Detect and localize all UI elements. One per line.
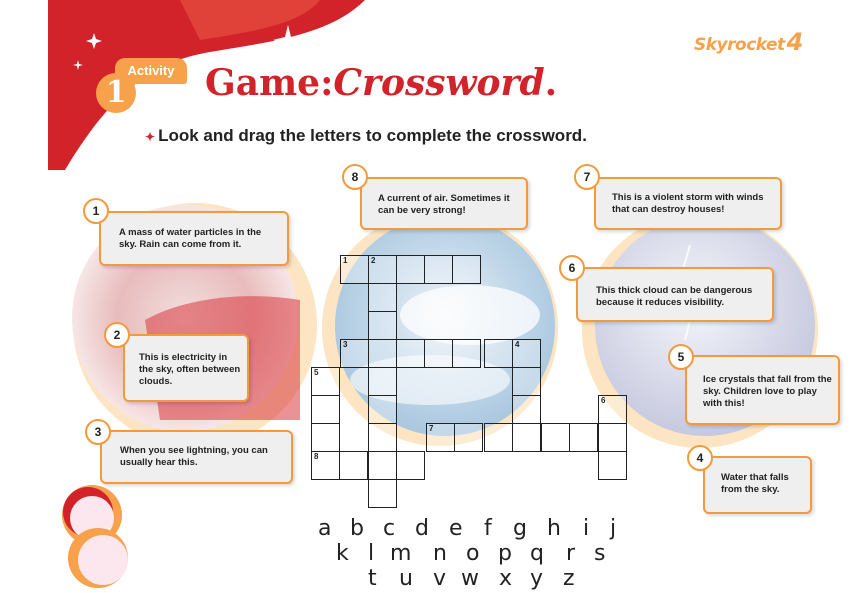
crossword-cell[interactable]: [311, 395, 340, 424]
clue-3: When you see lightning, you can usually …: [100, 430, 293, 484]
crossword-cell[interactable]: [454, 423, 483, 452]
crossword-cell[interactable]: 8: [311, 451, 340, 480]
clue-badge-6: 6: [559, 255, 585, 281]
clue-6: This thick cloud can be dangerous becaus…: [576, 267, 774, 322]
cell-number: 6: [601, 396, 606, 405]
crossword-cell[interactable]: 3: [340, 339, 369, 368]
crossword-cell[interactable]: 1: [340, 255, 369, 284]
crossword-cell[interactable]: [368, 451, 397, 480]
page-title: Game:Crossword.: [205, 62, 558, 104]
cell-number: 2: [371, 256, 376, 265]
instruction: ✦ Look and drag the letters to complete t…: [145, 126, 587, 145]
activity-number: 1: [96, 73, 136, 113]
letter-tile[interactable]: a: [318, 516, 331, 541]
letter-tile[interactable]: n: [433, 541, 447, 566]
letter-tile[interactable]: v: [433, 566, 446, 591]
cell-number: 4: [515, 340, 520, 349]
clue-5: Ice crystals that fall from the sky. Chi…: [685, 355, 840, 425]
crossword-cell[interactable]: [598, 423, 627, 452]
crossword-cell[interactable]: [598, 451, 627, 480]
letter-tile[interactable]: b: [350, 516, 364, 541]
crossword-cell[interactable]: [541, 423, 570, 452]
crossword-cell[interactable]: [512, 423, 541, 452]
crossword-cell[interactable]: [424, 339, 453, 368]
crossword-cell[interactable]: [368, 395, 397, 424]
cell-number: 3: [343, 340, 348, 349]
letter-tile[interactable]: j: [610, 516, 616, 541]
letter-tile[interactable]: o: [466, 541, 479, 566]
letter-tile[interactable]: r: [566, 541, 575, 566]
clue-badge-7: 7: [574, 164, 600, 190]
clue-8: A current of air. Sometimes it can be ve…: [360, 177, 528, 230]
crossword-cell[interactable]: [396, 451, 425, 480]
crossword-cell[interactable]: [569, 423, 598, 452]
crossword-cell[interactable]: 5: [311, 367, 340, 396]
letter-tile[interactable]: d: [415, 516, 429, 541]
clue-2: This is electricity in the sky, often be…: [123, 334, 249, 402]
crossword-cell[interactable]: 7: [426, 423, 455, 452]
cell-number: 8: [314, 452, 319, 461]
crossword-cell[interactable]: [424, 255, 453, 284]
brand-logo: Skyrocket4: [694, 28, 803, 56]
letter-tile[interactable]: s: [594, 541, 605, 566]
cell-number: 7: [429, 424, 434, 433]
crossword-cell[interactable]: [339, 451, 368, 480]
letter-tile[interactable]: u: [399, 566, 413, 591]
letter-tile[interactable]: g: [513, 516, 527, 541]
crossword-cell[interactable]: 4: [512, 339, 541, 368]
letter-tile[interactable]: c: [383, 516, 395, 541]
crossword-cell[interactable]: 6: [598, 395, 627, 424]
cell-number: 5: [314, 368, 319, 377]
crossword-cell[interactable]: [484, 423, 513, 452]
cell-number: 1: [343, 256, 348, 265]
letter-tile[interactable]: q: [530, 541, 544, 566]
clue-4: Water that falls from the sky.: [703, 456, 812, 514]
crossword-cell[interactable]: [368, 339, 397, 368]
crossword-cell[interactable]: [368, 479, 397, 508]
crossword-cell[interactable]: [512, 367, 541, 396]
crossword-cell[interactable]: [452, 339, 481, 368]
crossword-cell[interactable]: [484, 339, 513, 368]
clue-badge-3: 3: [85, 419, 111, 445]
clue-badge-2: 2: [104, 322, 130, 348]
letter-tile[interactable]: t: [368, 566, 377, 591]
crossword-cell[interactable]: [368, 283, 397, 312]
crossword-cell[interactable]: [368, 367, 397, 396]
letter-tile[interactable]: y: [530, 566, 543, 591]
letter-tile[interactable]: e: [449, 516, 463, 541]
clue-1: A mass of water particles in the sky. Ra…: [99, 211, 289, 266]
crossword-cell[interactable]: [368, 423, 397, 452]
clue-badge-8: 8: [342, 164, 368, 190]
letter-tile[interactable]: k: [336, 541, 349, 566]
letter-tile[interactable]: h: [547, 516, 561, 541]
letter-tile[interactable]: w: [461, 566, 479, 591]
clue-badge-4: 4: [687, 445, 713, 471]
letter-tile[interactable]: p: [498, 541, 512, 566]
crossword-cell[interactable]: [452, 255, 481, 284]
crossword-cell[interactable]: [368, 311, 397, 340]
letter-tile[interactable]: f: [484, 516, 492, 541]
clue-7: This is a violent storm with winds that …: [594, 177, 782, 230]
star-bullet-icon: ✦: [145, 130, 156, 144]
crossword-cell[interactable]: [512, 395, 541, 424]
crossword-cell[interactable]: 2: [368, 255, 397, 284]
letter-tile[interactable]: x: [499, 566, 512, 591]
letter-tile[interactable]: l: [368, 541, 374, 566]
crossword-cell[interactable]: [396, 255, 425, 284]
letter-tile[interactable]: m: [390, 541, 411, 566]
letter-tile[interactable]: i: [583, 516, 589, 541]
clue-badge-5: 5: [668, 344, 694, 370]
crossword-cell[interactable]: [396, 339, 425, 368]
letter-tile[interactable]: z: [563, 566, 575, 591]
clue-badge-1: 1: [83, 198, 109, 224]
crossword-cell[interactable]: [311, 423, 340, 452]
